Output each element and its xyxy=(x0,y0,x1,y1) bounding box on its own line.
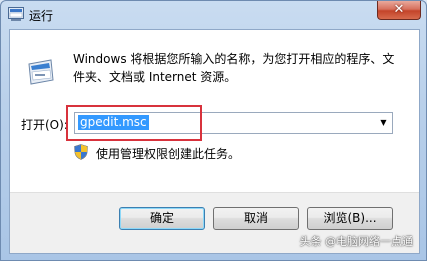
window-title: 运行 xyxy=(29,9,54,23)
title-bar[interactable]: 运行 ✕ xyxy=(1,1,426,29)
run-program-icon xyxy=(28,59,54,85)
browse-button[interactable]: 浏览(B)... xyxy=(307,207,393,230)
run-dialog-window: 运行 ✕ Windows 将根据您所输入的名称，为您打开相应的程序、文件夹、文档… xyxy=(0,0,427,261)
watermark: 头条 @电脑网络一点通 xyxy=(299,235,414,248)
admin-privilege-note: 使用管理权限创建此任务。 xyxy=(96,147,241,161)
close-icon: ✕ xyxy=(393,2,405,17)
run-app-icon xyxy=(8,7,24,21)
uac-shield-icon xyxy=(74,144,88,160)
open-label: 打开(O): xyxy=(21,118,68,132)
close-button[interactable]: ✕ xyxy=(377,1,421,20)
ok-button[interactable]: 确定 xyxy=(119,207,205,230)
dialog-description: Windows 将根据您所输入的名称，为您打开相应的程序、文件夹、文档或 Int… xyxy=(73,52,395,84)
cancel-button[interactable]: 取消 xyxy=(213,207,299,230)
dropdown-arrow-icon[interactable]: ▼ xyxy=(375,113,392,133)
annotation-highlight-box xyxy=(66,105,202,141)
dialog-body: Windows 将根据您所输入的名称，为您打开相应的程序、文件夹、文档或 Int… xyxy=(9,29,420,254)
